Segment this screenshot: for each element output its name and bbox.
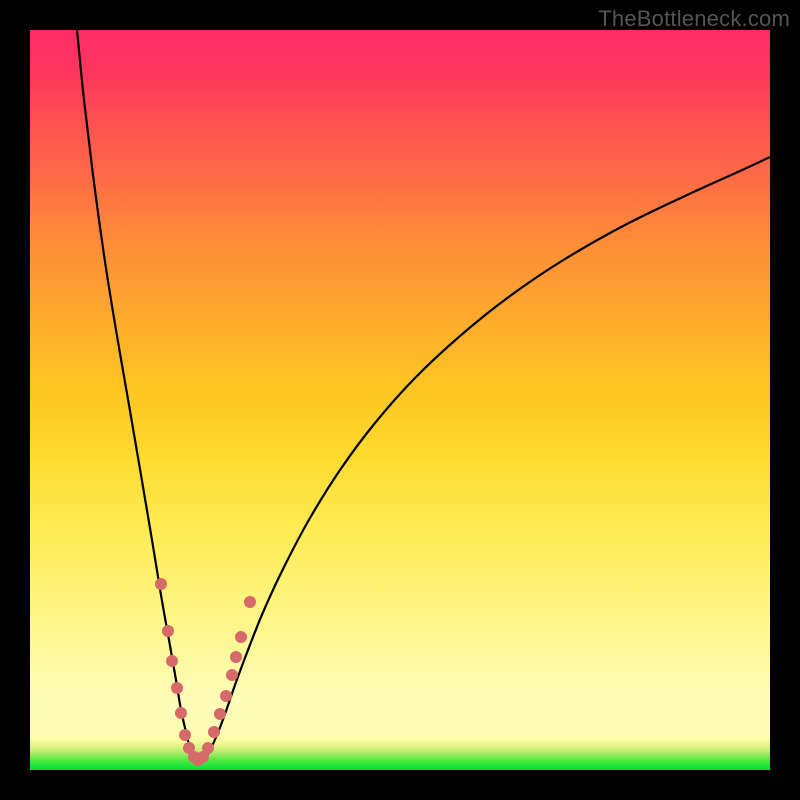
curve-marker (179, 729, 191, 741)
curve-marker (162, 625, 174, 637)
outer-frame: TheBottleneck.com (0, 0, 800, 800)
chart-svg (30, 30, 770, 770)
watermark-label: TheBottleneck.com (598, 6, 790, 32)
curve-marker (226, 669, 238, 681)
bottleneck-curve (77, 30, 770, 761)
curve-marker (235, 631, 247, 643)
curve-marker (202, 742, 214, 754)
curve-marker (230, 651, 242, 663)
curve-marker (155, 578, 167, 590)
chart-plot-area (30, 30, 770, 770)
curve-marker (208, 726, 220, 738)
curve-marker (214, 708, 226, 720)
curve-marker (166, 655, 178, 667)
curve-marker (220, 690, 232, 702)
curve-marker (175, 707, 187, 719)
curve-marker (244, 596, 256, 608)
curve-marker (171, 682, 183, 694)
